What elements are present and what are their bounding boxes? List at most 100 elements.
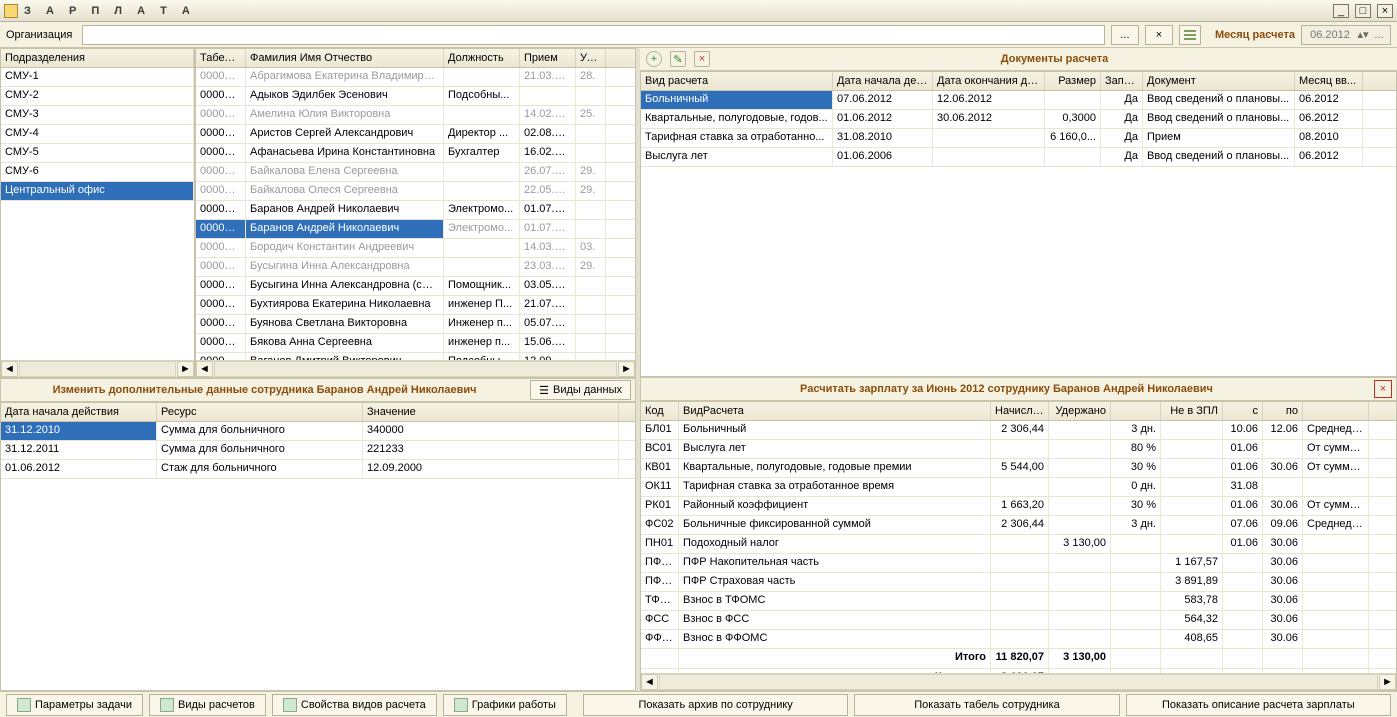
- calc-row[interactable]: ПФРСПФР Страховая часть3 891,8930.06: [641, 573, 1396, 592]
- calc-row[interactable]: ФС02Больничные фиксированной суммой2 306…: [641, 516, 1396, 535]
- org-clear-button[interactable]: ×: [1145, 25, 1173, 45]
- subdivision-row[interactable]: Центральный офис: [1, 182, 194, 201]
- doc-header-end[interactable]: Дата окончания де...: [933, 72, 1045, 90]
- calc-row[interactable]: ПФРНПФР Накопительная часть1 167,5730.06: [641, 554, 1396, 573]
- calc-row[interactable]: РК01Районный коэффициент1 663,2030 %01.0…: [641, 497, 1396, 516]
- prop-header-val[interactable]: Значение: [363, 403, 619, 421]
- employee-row[interactable]: 000000...Бородич Константин Андреевич14.…: [196, 239, 635, 258]
- employee-props-grid[interactable]: Дата начала действия Ресурс Значение 31.…: [0, 402, 636, 691]
- prop-header-date[interactable]: Дата начала действия: [1, 403, 157, 421]
- emp-header-tab[interactable]: Табель...: [196, 49, 246, 67]
- calc-header-nach[interactable]: Начислено: [991, 402, 1049, 420]
- show-timesheet-button[interactable]: Показать табель сотрудника: [854, 694, 1119, 716]
- close-button[interactable]: ×: [1377, 4, 1393, 18]
- emp-header-hire[interactable]: Прием: [520, 49, 576, 67]
- add-doc-button[interactable]: +: [646, 51, 662, 67]
- doc-header-lock[interactable]: Запи...: [1101, 72, 1143, 90]
- subdivisions-header[interactable]: Подразделения: [1, 49, 194, 67]
- calc-header-from[interactable]: с: [1223, 402, 1263, 420]
- calc-cell-ud: [1049, 573, 1111, 591]
- employee-row[interactable]: 000000...Аристов Сергей АлександровичДир…: [196, 125, 635, 144]
- employee-row[interactable]: 000000...Бухтиярова Екатерина Николаевна…: [196, 296, 635, 315]
- subdivision-row[interactable]: СМУ-6: [1, 163, 194, 182]
- doc-header-type[interactable]: Вид расчета: [641, 72, 833, 90]
- task-params-button[interactable]: Параметры задачи: [6, 694, 143, 716]
- employee-row[interactable]: 000000...Абрагимова Екатерина Владимиров…: [196, 68, 635, 87]
- calc-row[interactable]: ПН01Подоходный налог3 130,0001.0630.06: [641, 535, 1396, 554]
- maximize-button[interactable]: □: [1355, 4, 1371, 18]
- employee-row[interactable]: 000000...Бусыгина Инна Александровна23.0…: [196, 258, 635, 277]
- emp-header-fire[interactable]: Ув...: [576, 49, 606, 67]
- calc-cell-to: 30.06: [1263, 459, 1303, 477]
- doc-header-doc[interactable]: Документ: [1143, 72, 1295, 90]
- delete-doc-button[interactable]: ×: [694, 51, 710, 67]
- org-select-button[interactable]: ...: [1111, 25, 1139, 45]
- employee-row[interactable]: 000000...Адыков Эдилбек ЭсеновичПодсобны…: [196, 87, 635, 106]
- calc-row[interactable]: БЛ01Больничный2 306,443 дн.10.0612.06Сре…: [641, 421, 1396, 440]
- salary-calc-close-button[interactable]: ×: [1374, 380, 1392, 398]
- calc-row[interactable]: ТФМСВзнос в ТФОМС583,7830.06: [641, 592, 1396, 611]
- employees-grid[interactable]: Табель... Фамилия Имя Отчество Должность…: [195, 48, 636, 378]
- month-selector[interactable]: 06.2012 ▴▾ ...: [1301, 25, 1391, 45]
- calc-type-props-button[interactable]: Свойства видов расчета: [272, 694, 437, 716]
- employee-row[interactable]: 000000...Буянова Светлана ВикторовнаИнже…: [196, 315, 635, 334]
- edit-doc-button[interactable]: ✎: [670, 51, 686, 67]
- calc-header-extra[interactable]: [1111, 402, 1161, 420]
- subdivision-row[interactable]: СМУ-5: [1, 144, 194, 163]
- data-types-button[interactable]: ☰ Виды данных: [530, 380, 631, 400]
- doc-row[interactable]: Тарифная ставка за отработанно...31.08.2…: [641, 129, 1396, 148]
- employee-row[interactable]: 000000...Бусыгина Инна Александровна (со…: [196, 277, 635, 296]
- subdivision-row[interactable]: СМУ-2: [1, 87, 194, 106]
- employee-row[interactable]: 000000...Байкалова Елена Сергеевна26.07.…: [196, 163, 635, 182]
- calc-header-to[interactable]: по: [1263, 402, 1303, 420]
- calc-header-note[interactable]: [1303, 402, 1369, 420]
- subdivision-row[interactable]: СМУ-1: [1, 68, 194, 87]
- work-schedules-button[interactable]: Графики работы: [443, 694, 567, 716]
- show-calc-description-button[interactable]: Показать описание расчета зарплаты: [1126, 694, 1391, 716]
- minimize-button[interactable]: _: [1333, 4, 1349, 18]
- calc-row[interactable]: ФФМСВзнос в ФФОМС408,6530.06: [641, 630, 1396, 649]
- emp-header-fio[interactable]: Фамилия Имя Отчество: [246, 49, 444, 67]
- menu-icon[interactable]: [1179, 25, 1201, 45]
- prop-row[interactable]: 31.12.2010Сумма для больничного340000: [1, 422, 635, 441]
- prop-header-res[interactable]: Ресурс: [157, 403, 363, 421]
- doc-header-start[interactable]: Дата начала дей...: [833, 72, 933, 90]
- subdivisions-grid[interactable]: Подразделения СМУ-1СМУ-2СМУ-3СМУ-4СМУ-5С…: [0, 48, 195, 378]
- employee-row[interactable]: 000000...Бякова Анна Сергеевнаинженер п.…: [196, 334, 635, 353]
- prop-row[interactable]: 01.06.2012Стаж для больничного12.09.2000: [1, 460, 635, 479]
- subdivisions-hscroll[interactable]: ◄►: [1, 360, 194, 377]
- salary-calc-grid[interactable]: Код ВидРасчета Начислено Удержано Не в З…: [640, 401, 1397, 691]
- employees-hscroll[interactable]: ◄►: [196, 360, 635, 377]
- employee-row[interactable]: 000000...Байкалова Олеся Сергеевна22.05.…: [196, 182, 635, 201]
- calc-header-ud[interactable]: Удержано: [1049, 402, 1111, 420]
- employee-row[interactable]: 000000...Афанасьева Ирина Константиновна…: [196, 144, 635, 163]
- calc-header-vid[interactable]: ВидРасчета: [679, 402, 991, 420]
- calc-hscroll[interactable]: ◄►: [641, 673, 1396, 690]
- subdivision-row[interactable]: СМУ-4: [1, 125, 194, 144]
- prop-row[interactable]: 31.12.2011Сумма для больничного221233: [1, 441, 635, 460]
- calc-docs-grid[interactable]: Вид расчета Дата начала дей... Дата окон…: [640, 71, 1397, 377]
- show-archive-button[interactable]: Показать архив по сотруднику: [583, 694, 848, 716]
- employee-row[interactable]: 000000...Баранов Андрей НиколаевичЭлектр…: [196, 201, 635, 220]
- calc-types-button[interactable]: Виды расчетов: [149, 694, 266, 716]
- month-dots-icon[interactable]: ...: [1372, 29, 1386, 41]
- doc-row[interactable]: Квартальные, полугодовые, годов...01.06.…: [641, 110, 1396, 129]
- employee-row[interactable]: 000000...Ваганов Дмитрий ВикторовичПодсо…: [196, 353, 635, 360]
- org-input[interactable]: [82, 25, 1105, 45]
- emp-header-post[interactable]: Должность: [444, 49, 520, 67]
- calc-header-nezpl[interactable]: Не в ЗПЛ: [1161, 402, 1223, 420]
- subdivision-row[interactable]: СМУ-3: [1, 106, 194, 125]
- calc-row[interactable]: ВС01Выслуга лет80 %01.06От суммы 0: [641, 440, 1396, 459]
- calc-row[interactable]: ОК11Тарифная ставка за отработанное врем…: [641, 478, 1396, 497]
- employee-row[interactable]: 000000...Баранов Андрей НиколаевичЭлектр…: [196, 220, 635, 239]
- org-label: Организация: [6, 29, 72, 41]
- doc-row[interactable]: Больничный07.06.201212.06.2012ДаВвод све…: [641, 91, 1396, 110]
- doc-row[interactable]: Выслуга лет01.06.2006ДаВвод сведений о п…: [641, 148, 1396, 167]
- doc-header-month[interactable]: Месяц вв...: [1295, 72, 1363, 90]
- month-spin-icon[interactable]: ▴▾: [1356, 28, 1370, 41]
- calc-header-code[interactable]: Код: [641, 402, 679, 420]
- calc-row[interactable]: КВ01Квартальные, полугодовые, годовые пр…: [641, 459, 1396, 478]
- employee-row[interactable]: 000000...Амелина Юлия Викторовна14.02.20…: [196, 106, 635, 125]
- doc-header-size[interactable]: Размер: [1045, 72, 1101, 90]
- calc-row[interactable]: ФССВзнос в ФСС564,3230.06: [641, 611, 1396, 630]
